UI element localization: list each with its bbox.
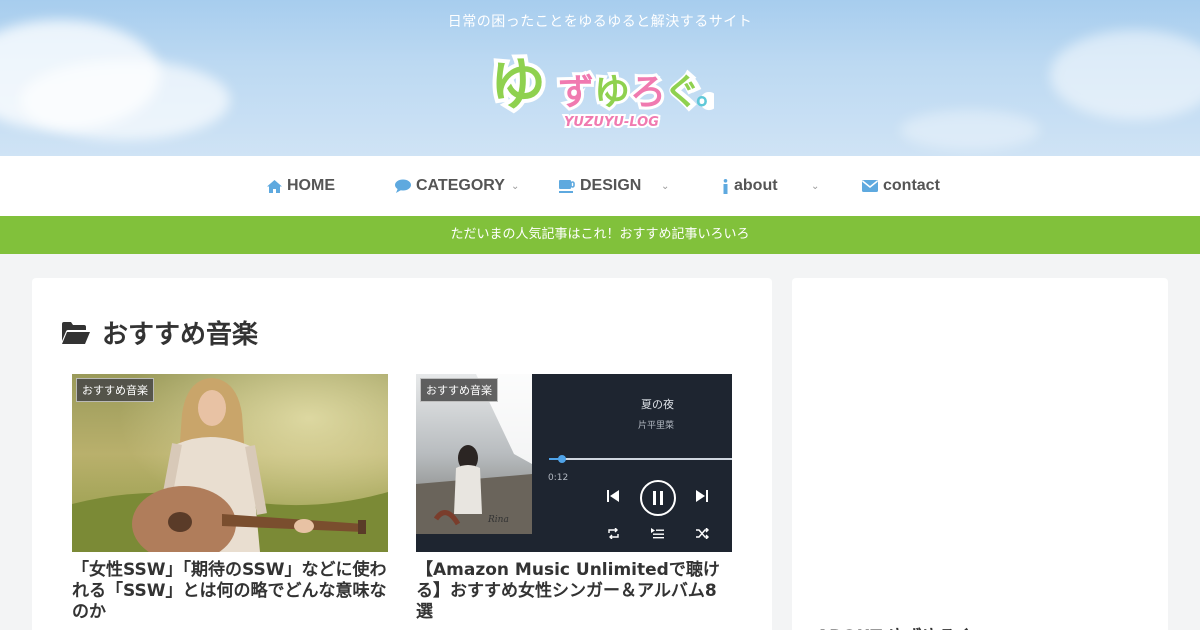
sidebar: ABOUT ゆずゆろぐ xyxy=(792,278,1168,630)
song-title: 夏の夜 xyxy=(641,398,674,411)
nav-item-label: HOME xyxy=(287,177,335,194)
svg-text:ろ: ろ xyxy=(630,72,666,113)
playlist-icon[interactable] xyxy=(651,527,664,539)
site-logo[interactable]: ゆ ゆ ずゆろぐ。 ず ゆ ろ ぐ 。 YUZUYU-LOG YUZUYU-LO… xyxy=(486,49,741,132)
coffee-icon xyxy=(559,179,575,193)
main-content: おすすめ音楽 おすすめ音楽 「女性SSW」「期待のSSW」などに使われる「SSW… xyxy=(32,278,772,630)
nav-item-category[interactable]: CATEGORY ⌄ xyxy=(395,156,525,216)
skip-previous-icon[interactable] xyxy=(606,489,620,503)
svg-text:ず: ず xyxy=(558,72,594,113)
cloud-decoration xyxy=(900,110,1040,150)
nav-item-home[interactable]: HOME xyxy=(267,156,335,216)
entry-thumbnail[interactable]: Rina おすすめ音楽 夏の夜 片平里菜 0:12 xyxy=(416,374,732,552)
nav-item-label: DESIGN xyxy=(580,177,642,194)
skip-next-icon[interactable] xyxy=(695,489,709,503)
pause-button[interactable] xyxy=(640,480,676,516)
site-header: 日常の困ったことをゆるゆると解決するサイト ゆ ゆ ずゆろぐ。 ず ゆ ろ ぐ … xyxy=(0,0,1200,156)
nav-item-label: about xyxy=(734,177,778,194)
entry-card[interactable]: おすすめ音楽 「女性SSW」「期待のSSW」などに使われる「SSW」とは何の略で… xyxy=(72,374,388,623)
envelope-icon xyxy=(862,180,878,192)
progress-bar[interactable] xyxy=(549,455,732,463)
entry-thumbnail[interactable]: おすすめ音楽 xyxy=(72,374,388,552)
cloud-decoration xyxy=(1050,30,1200,120)
page-title: おすすめ音楽 xyxy=(62,314,258,351)
site-tagline: 日常の困ったことをゆるゆると解決するサイト xyxy=(447,14,753,30)
category-label[interactable]: おすすめ音楽 xyxy=(76,378,154,402)
pause-icon xyxy=(653,491,663,505)
repeat-icon[interactable] xyxy=(607,528,620,539)
chevron-down-icon: ⌄ xyxy=(811,180,820,192)
svg-text:ぐ: ぐ xyxy=(664,72,700,113)
nav-item-design[interactable]: DESIGN ⌄ xyxy=(559,156,671,216)
entry-title[interactable]: 【Amazon Music Unlimitedで聴ける】おすすめ女性シンガー＆ア… xyxy=(416,560,732,623)
song-artist: 片平里菜 xyxy=(638,421,675,431)
elapsed-time: 0:12 xyxy=(548,473,569,483)
progress-handle[interactable] xyxy=(558,455,566,463)
page-title-text: おすすめ音楽 xyxy=(102,320,259,350)
svg-text:Rina: Rina xyxy=(487,515,509,525)
svg-text:。: 。 xyxy=(696,77,714,112)
sidebar-heading: ABOUT ゆずゆろぐ xyxy=(816,622,973,630)
category-label[interactable]: おすすめ音楽 xyxy=(420,378,498,402)
entry-title[interactable]: 「女性SSW」「期待のSSW」などに使われる「SSW」とは何の略でどんな意味なの… xyxy=(72,560,388,623)
nav-item-contact[interactable]: contact xyxy=(862,156,940,216)
home-icon xyxy=(267,179,282,193)
comment-icon xyxy=(395,179,411,193)
nav-item-label: CATEGORY xyxy=(416,177,505,194)
nav-item-about[interactable]: about ⌄ xyxy=(722,156,822,216)
svg-text:ゆ: ゆ xyxy=(594,72,630,113)
nav-item-label: contact xyxy=(883,177,940,194)
svg-text:ゆ: ゆ xyxy=(490,53,546,118)
svg-text:YUZUYU-LOG: YUZUYU-LOG xyxy=(564,115,659,130)
folder-open-icon xyxy=(62,321,90,344)
notice-bar[interactable]: ただいまの人気記事はこれ！おすすめ記事いろいろ xyxy=(0,216,1200,254)
global-nav: HOME CATEGORY ⌄ DESIGN ⌄ about ⌄ contact xyxy=(0,156,1200,216)
info-icon xyxy=(722,178,729,194)
entry-card[interactable]: Rina おすすめ音楽 夏の夜 片平里菜 0:12 【Amazon Music … xyxy=(416,374,732,623)
chevron-down-icon: ⌄ xyxy=(511,180,520,192)
chevron-down-icon: ⌄ xyxy=(661,180,670,192)
cloud-decoration xyxy=(20,60,230,140)
shuffle-icon[interactable] xyxy=(696,528,709,539)
